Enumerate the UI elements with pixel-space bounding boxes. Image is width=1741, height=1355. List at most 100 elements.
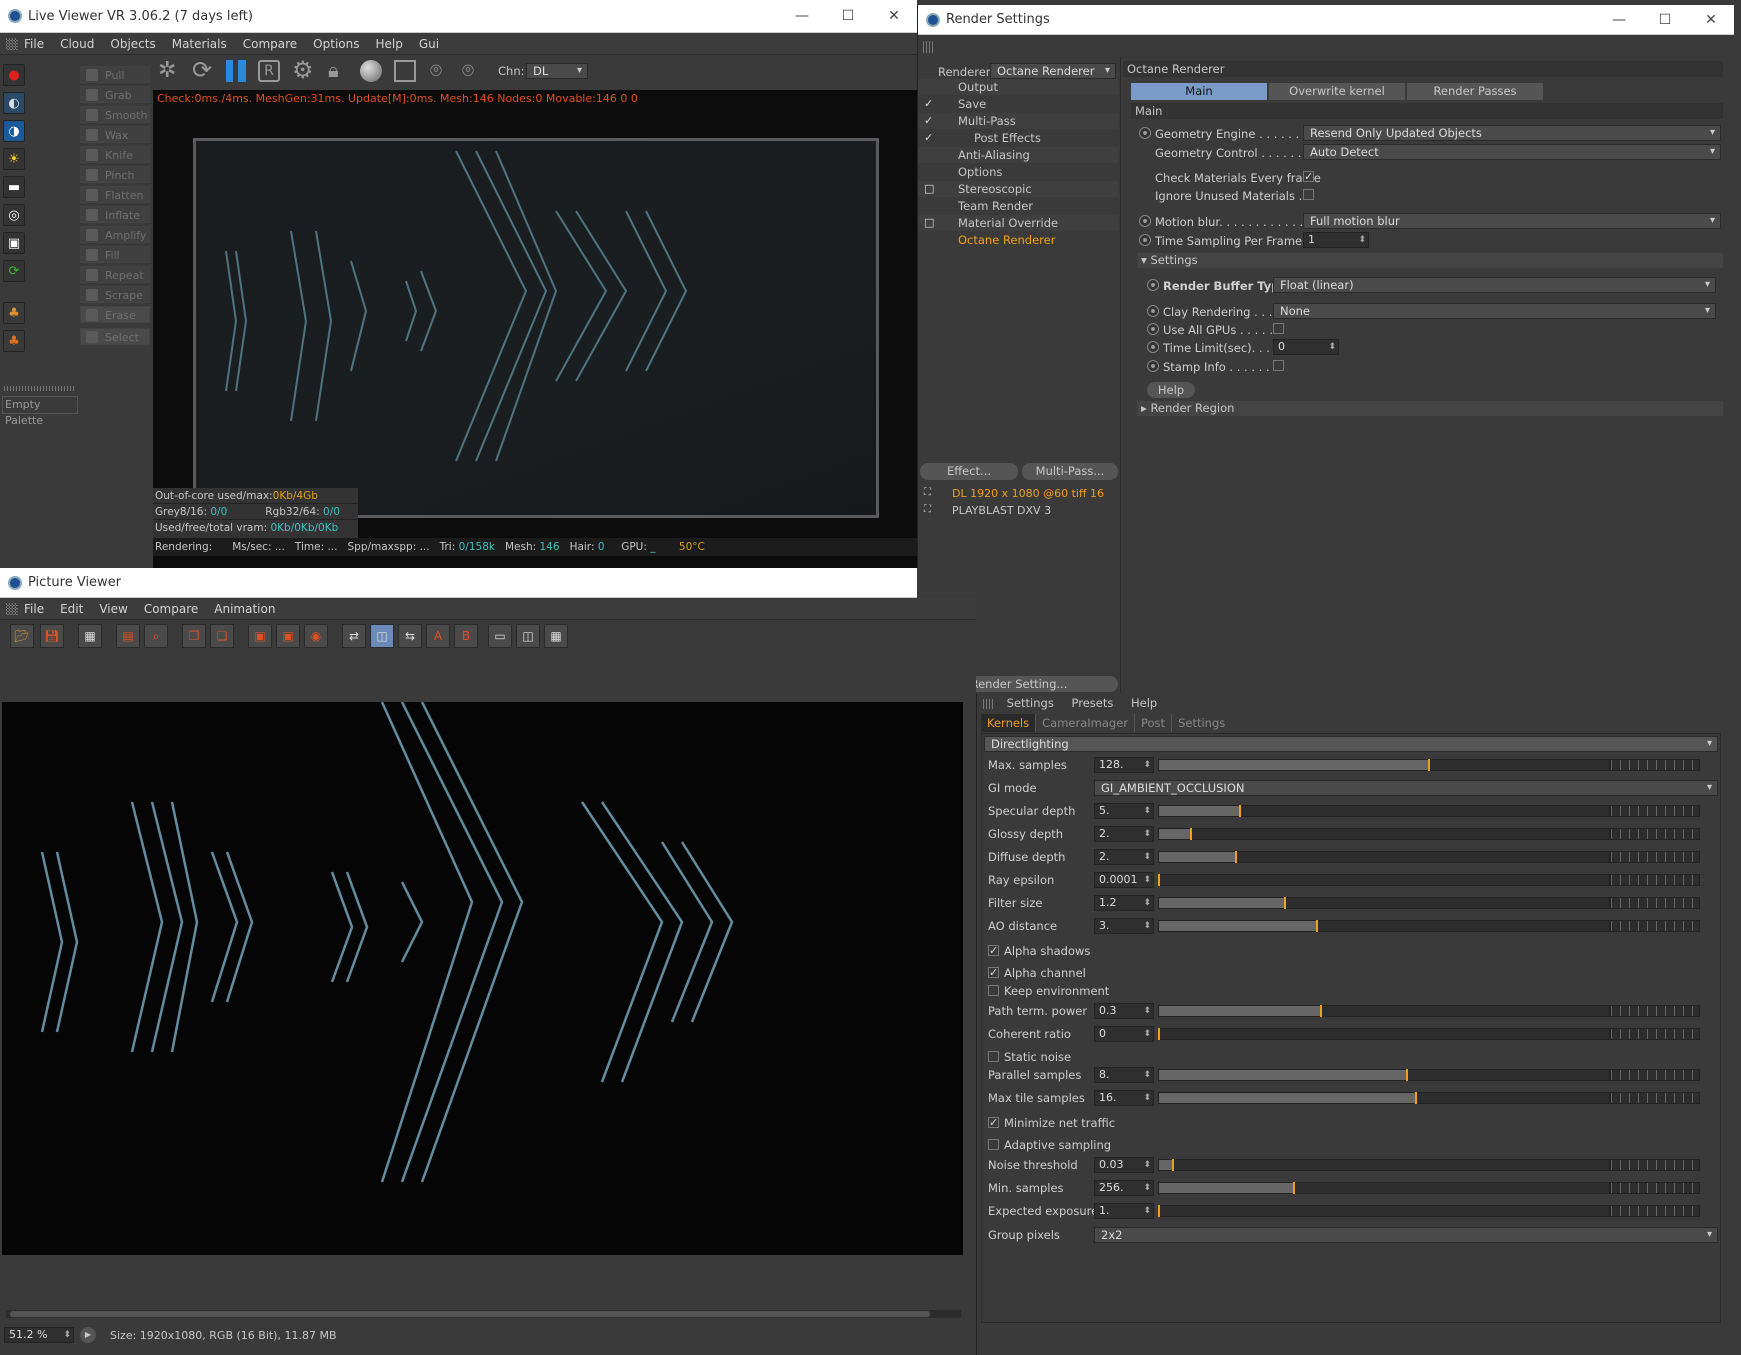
palette-grab[interactable]: Grab: [80, 86, 150, 103]
slider-knob[interactable]: [1158, 1028, 1160, 1040]
palette-scrape[interactable]: Scrape: [80, 286, 150, 303]
kernel-param-slider[interactable]: [1158, 1205, 1610, 1217]
tab-kernels[interactable]: Kernels: [981, 714, 1036, 732]
rs-tree-item[interactable]: ✓ Multi-Pass: [918, 113, 1118, 129]
clay-select[interactable]: None: [1273, 303, 1716, 319]
half-circle-blue-icon[interactable]: ◑: [3, 120, 25, 142]
layers-icon[interactable]: ❐: [182, 624, 206, 648]
menu-gui[interactable]: Gui: [419, 37, 439, 51]
tab-overwrite-kernel[interactable]: Overwrite kernel Settings: [1269, 83, 1405, 115]
view-dual-icon[interactable]: ◫: [516, 624, 540, 648]
view-quad-icon[interactable]: ▦: [544, 624, 568, 648]
palette-wax[interactable]: Wax: [80, 126, 150, 143]
pv-scroll-thumb[interactable]: [10, 1311, 930, 1317]
tab-main[interactable]: Main: [1131, 83, 1267, 100]
clay-radio[interactable]: [1147, 305, 1159, 317]
refresh-green-icon[interactable]: ⟳: [3, 260, 25, 282]
slider-knob[interactable]: [1428, 759, 1430, 771]
kernel-param-slider[interactable]: [1158, 1005, 1610, 1017]
kernel-param-field[interactable]: 5.: [1094, 803, 1154, 819]
multipass-button[interactable]: Multi-Pass...: [1022, 463, 1118, 480]
palette-pinch[interactable]: Pinch: [80, 166, 150, 183]
grip-icon[interactable]: [6, 37, 18, 50]
time-sampling-radio[interactable]: [1139, 234, 1151, 246]
settings-cog-icon[interactable]: ✲: [158, 58, 176, 83]
geometry-engine-select[interactable]: Resend Only Updated Objects: [1303, 125, 1721, 141]
pv-hscrollbar[interactable]: [6, 1310, 961, 1318]
palette-knife[interactable]: Knife: [80, 146, 150, 163]
live-viewport[interactable]: Check:0ms./4ms. MeshGen:31ms. Update[M]:…: [153, 90, 917, 568]
kernel-param-field[interactable]: 1.2: [1094, 895, 1154, 911]
empty-palette-label[interactable]: Empty Palette: [2, 396, 78, 427]
slider-knob[interactable]: [1284, 897, 1286, 909]
sphere-icon[interactable]: [360, 60, 382, 82]
play-icon[interactable]: ▶: [80, 1327, 96, 1343]
rs-tree-check[interactable]: ✓: [924, 130, 933, 146]
teapot-icon[interactable]: ♣: [3, 302, 25, 324]
time-limit-radio[interactable]: [1147, 341, 1159, 353]
rs-tree-check[interactable]: □: [924, 215, 934, 231]
kernel-menu-presets[interactable]: Presets: [1071, 696, 1113, 710]
kernel-checkbox[interactable]: ✓: [988, 1117, 999, 1128]
kernel-param-select[interactable]: 2x2: [1094, 1227, 1718, 1243]
palette-grip[interactable]: [4, 386, 74, 391]
kernel-param-select[interactable]: GI_AMBIENT_OCCLUSION: [1094, 780, 1718, 796]
save-icon[interactable]: 💾︎: [40, 624, 64, 648]
ab-compare-icon[interactable]: ⇄: [342, 624, 366, 648]
kernel-param-field[interactable]: 0: [1094, 1026, 1154, 1042]
time-sampling-field[interactable]: 1: [1303, 232, 1369, 248]
close-icon[interactable]: ✕: [871, 0, 917, 32]
geometry-engine-radio[interactable]: [1139, 127, 1151, 139]
camera-icon[interactable]: ▣: [3, 232, 25, 254]
teapot-alt-icon[interactable]: ♣: [3, 330, 25, 352]
kernel-param-field[interactable]: 8.: [1094, 1067, 1154, 1083]
sun-icon[interactable]: ☀: [3, 148, 25, 170]
kernel-checkbox[interactable]: [988, 1051, 999, 1062]
kernel-param-slider[interactable]: [1158, 1182, 1610, 1194]
pv-menu-file[interactable]: File: [24, 602, 44, 616]
kernel-param-slider[interactable]: [1158, 1028, 1610, 1040]
slider-knob[interactable]: [1315, 920, 1318, 932]
layers-alt-icon[interactable]: ❏: [210, 624, 234, 648]
kernel-param-field[interactable]: 0.0001: [1094, 872, 1154, 888]
kernel-param-slider[interactable]: [1158, 1159, 1610, 1171]
kernel-checkbox[interactable]: [988, 1139, 999, 1150]
rs-tree-item[interactable]: ✓ Post Effects: [918, 130, 1118, 146]
rect-icon[interactable]: ▬: [3, 176, 25, 198]
kernel-param-field[interactable]: 0.03: [1094, 1157, 1154, 1173]
filter-icon[interactable]: ▤: [116, 624, 140, 648]
rs-tree-item[interactable]: Octane Renderer: [918, 232, 1118, 248]
kernel-param-slider[interactable]: [1158, 851, 1610, 863]
motion-blur-select[interactable]: Full motion blur: [1303, 213, 1721, 229]
lock-icon[interactable]: 🔒︎: [328, 58, 339, 82]
kernel-type-select[interactable]: Directlighting: [984, 736, 1718, 752]
live-viewer-titlebar[interactable]: Live Viewer VR 3.06.2 (7 days left) — ☐ …: [0, 0, 917, 33]
rs-tree-check[interactable]: ✓: [924, 96, 933, 112]
palette-smooth[interactable]: Smooth: [80, 106, 150, 123]
maximize-icon[interactable]: ☐: [825, 0, 871, 32]
effect-button[interactable]: Effect...: [920, 463, 1018, 480]
ab-swap-icon[interactable]: ⇆: [398, 624, 422, 648]
rs-tree-item[interactable]: Output: [918, 79, 1118, 95]
channel-select[interactable]: DL: [526, 63, 588, 79]
render-region-section[interactable]: ▸ Render Region: [1137, 401, 1723, 416]
kernel-param-slider[interactable]: [1158, 1092, 1610, 1104]
rs-tree-item[interactable]: Options: [918, 164, 1118, 180]
kernel-param-field[interactable]: 3.: [1094, 918, 1154, 934]
tab-render-passes[interactable]: Render Passes: [1407, 83, 1543, 100]
slider-knob[interactable]: [1171, 1159, 1174, 1171]
tab-cameraimager[interactable]: CameraImager: [1035, 714, 1134, 732]
palette-inflate[interactable]: Inflate: [80, 206, 150, 223]
stamp-info-checkbox[interactable]: [1273, 360, 1284, 371]
menu-materials[interactable]: Materials: [172, 37, 227, 51]
picture-viewer-titlebar[interactable]: Picture Viewer: [0, 568, 917, 598]
pause-icon[interactable]: [226, 60, 246, 82]
grip-icon[interactable]: [983, 698, 993, 709]
render-buffer-radio[interactable]: [1147, 279, 1159, 291]
kernel-param-slider[interactable]: [1158, 759, 1610, 771]
motion-blur-radio[interactable]: [1139, 215, 1151, 227]
menu-file[interactable]: File: [24, 37, 44, 51]
menu-cloud[interactable]: Cloud: [60, 37, 94, 51]
target-icon[interactable]: ◎: [3, 204, 25, 226]
kernel-param-slider[interactable]: [1158, 1069, 1610, 1081]
